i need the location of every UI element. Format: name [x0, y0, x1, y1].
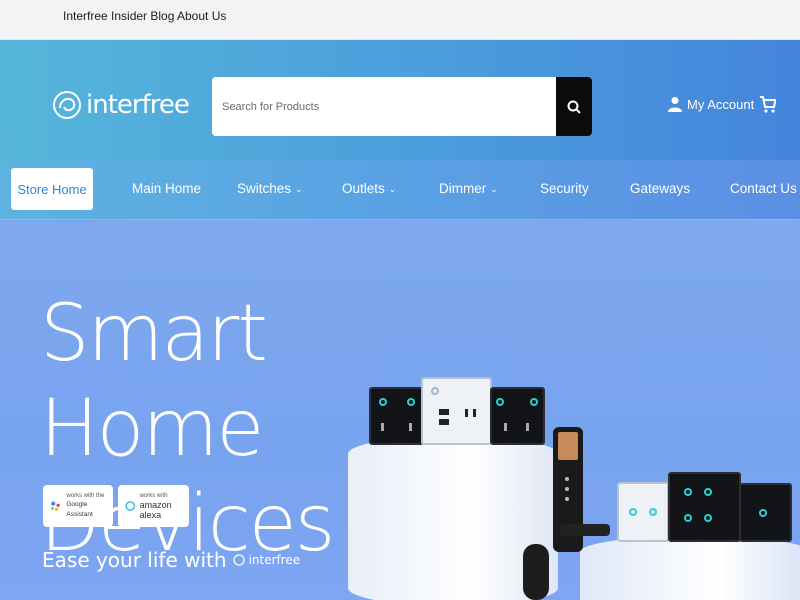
my-account-label: My Account [687, 96, 755, 112]
amazon-alexa-badge: works with amazon alexa [118, 485, 189, 527]
nav-label: Switches [237, 181, 292, 196]
badge-small-text: works with [139, 493, 168, 499]
product-pedestal [580, 536, 800, 600]
top-bar: Interfree Insider Blog About Us [0, 0, 800, 40]
switch-panel-image [739, 483, 792, 542]
search-button[interactable] [556, 77, 592, 136]
camera-device-image [523, 544, 549, 600]
hero-banner: Smart Home Devices works with the Google… [0, 221, 800, 600]
nav-label: Contact Us [730, 181, 797, 196]
interfree-logo-icon [53, 91, 81, 119]
badge-big-text: Google Assistant [66, 501, 93, 518]
badge-big-text: amazon alexa [139, 500, 172, 520]
cart-button[interactable] [760, 96, 777, 119]
blog-link[interactable]: Interfree Insider Blog [63, 9, 174, 23]
switch-panel-image [617, 482, 669, 542]
search-input[interactable] [212, 77, 556, 136]
nav-label: Main Home [132, 181, 202, 196]
user-icon [668, 97, 682, 112]
tagline-brand: interfree [248, 553, 301, 567]
nav-label: Gateways [630, 181, 691, 196]
site-logo[interactable]: interfree [52, 82, 190, 128]
nav-security[interactable]: Security [540, 181, 589, 196]
hero-title: Smart Home Devices [40, 287, 380, 572]
nav-contact-us[interactable]: Contact Us [730, 181, 797, 196]
nav-label: Dimmer [439, 181, 487, 196]
site-header: interfree My Account [0, 40, 800, 160]
switch-panel-image [668, 472, 741, 542]
nav-label: Outlets [342, 181, 385, 196]
nav-switches[interactable]: Switches ⌄ [237, 181, 303, 196]
badge-small-text: works with the [66, 493, 105, 499]
nav-gateways[interactable]: Gateways [630, 181, 690, 196]
chevron-down-icon: ⌄ [490, 184, 498, 194]
lock-handle-image [560, 524, 610, 536]
hero-tagline: Ease your life with interfree [42, 548, 300, 572]
outlet-panel-image [369, 387, 424, 445]
nav-outlets[interactable]: Outlets ⌄ [342, 181, 396, 196]
interfree-logo-icon [232, 554, 245, 566]
tagline-text: Ease your life with [42, 548, 227, 572]
outlet-panel-image [490, 387, 545, 445]
hero-title-line1: Smart Home [40, 289, 268, 474]
nav-store-home[interactable]: Store Home [11, 168, 93, 210]
logo-text: interfree [86, 90, 190, 120]
nav-dimmer[interactable]: Dimmer ⌄ [439, 181, 498, 196]
alexa-icon [125, 501, 136, 511]
chevron-down-icon: ⌄ [388, 184, 397, 194]
google-assistant-icon [51, 501, 60, 511]
chevron-down-icon: ⌄ [295, 184, 303, 194]
search-bar [212, 77, 592, 136]
search-icon [567, 100, 581, 114]
usb-outlet-image [421, 377, 492, 445]
main-nav: Store Home Main Home Switches ⌄ Outlets … [0, 160, 800, 220]
nav-label: Security [540, 181, 589, 196]
my-account-link[interactable]: My Account [668, 96, 754, 112]
google-assistant-badge: works with the Google Assistant [43, 485, 113, 527]
about-us-link[interactable]: About Us [177, 9, 226, 23]
cart-icon [760, 96, 777, 113]
nav-main-home[interactable]: Main Home [132, 181, 201, 196]
